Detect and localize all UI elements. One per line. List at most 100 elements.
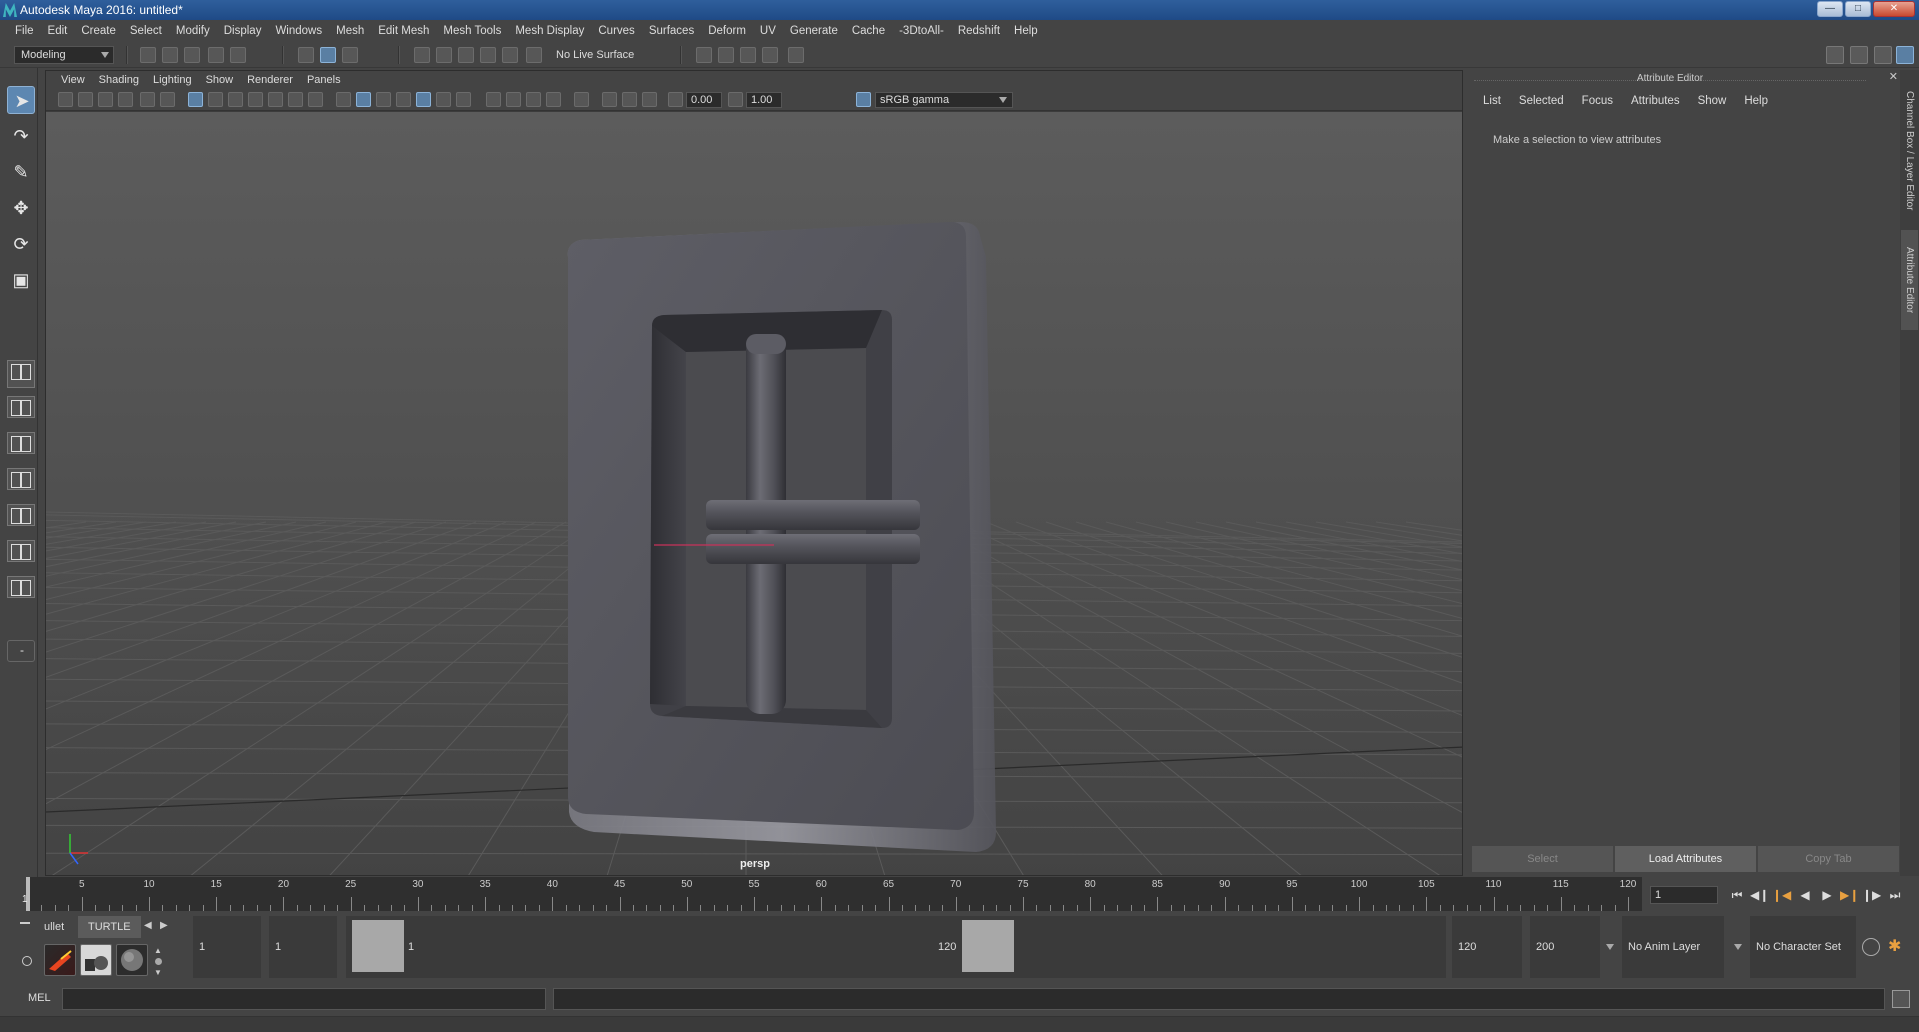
menu-surfaces[interactable]: Surfaces xyxy=(642,25,701,37)
viewport-menu-panels[interactable]: Panels xyxy=(300,74,348,86)
use-all-lights-icon[interactable] xyxy=(436,92,451,107)
playback-start-field[interactable]: 1 xyxy=(269,916,337,978)
snap-to-grid-icon[interactable] xyxy=(414,47,430,63)
menu-mesh-display[interactable]: Mesh Display xyxy=(508,25,591,37)
outliner-icon[interactable] xyxy=(1850,46,1868,64)
film-gate-icon[interactable] xyxy=(208,92,223,107)
undo-icon[interactable] xyxy=(208,47,224,63)
2d-pan-zoom-icon[interactable] xyxy=(140,92,155,107)
rotate-tool[interactable]: ⟳ xyxy=(7,230,35,258)
isolate-select-icon[interactable] xyxy=(574,92,589,107)
exposure-icon[interactable] xyxy=(668,92,683,107)
command-input[interactable] xyxy=(62,988,546,1010)
range-end-handle[interactable] xyxy=(962,920,1014,972)
menu-file[interactable]: File xyxy=(8,25,41,37)
viewport-scene[interactable] xyxy=(46,112,1463,876)
more-layouts-button[interactable]: - xyxy=(7,640,35,662)
ae-menu-help[interactable]: Help xyxy=(1735,92,1777,110)
menu-modify[interactable]: Modify xyxy=(169,25,217,37)
exposure-field[interactable]: 0.00 xyxy=(686,92,722,108)
render-view-icon[interactable] xyxy=(788,47,804,63)
grease-pencil-icon[interactable] xyxy=(160,92,175,107)
turtle-bake-icon[interactable] xyxy=(80,944,112,976)
select-button[interactable]: Select xyxy=(1472,846,1613,872)
select-by-hierarchy-icon[interactable] xyxy=(298,47,314,63)
ae-menu-list[interactable]: List xyxy=(1474,92,1510,110)
hypershade-icon[interactable] xyxy=(762,47,778,63)
menu-display[interactable]: Display xyxy=(217,25,269,37)
new-scene-icon[interactable] xyxy=(140,47,156,63)
menu-3dtoall[interactable]: -3DtoAll- xyxy=(892,25,951,37)
belt-buckle-mesh[interactable] xyxy=(567,222,996,852)
depth-of-field-icon[interactable] xyxy=(546,92,561,107)
save-scene-icon[interactable] xyxy=(184,47,200,63)
shadows-icon[interactable] xyxy=(456,92,471,107)
minimize-button[interactable]: — xyxy=(1817,1,1843,17)
menu-cache[interactable]: Cache xyxy=(845,25,892,37)
snap-to-surface-icon[interactable] xyxy=(502,47,518,63)
animation-preferences-icon[interactable]: ✱ xyxy=(1888,936,1901,956)
shelf-menu-icon[interactable] xyxy=(20,922,30,924)
menu-edit-mesh[interactable]: Edit Mesh xyxy=(371,25,436,37)
select-tool[interactable]: ➤ xyxy=(7,86,35,114)
chevron-down-icon[interactable] xyxy=(1734,944,1742,950)
range-slider-track[interactable] xyxy=(346,916,1446,978)
ae-menu-focus[interactable]: Focus xyxy=(1573,92,1622,110)
script-language-toggle[interactable]: MEL xyxy=(28,992,51,1004)
tool-settings-icon[interactable] xyxy=(1874,46,1892,64)
persp-outliner-layout-button[interactable] xyxy=(7,432,35,454)
viewport-menu-renderer[interactable]: Renderer xyxy=(240,74,300,86)
select-by-object-icon[interactable] xyxy=(320,47,336,63)
copy-tab-button[interactable]: Copy Tab xyxy=(1758,846,1899,872)
xray-active-components-icon[interactable] xyxy=(622,92,637,107)
screen-space-ao-icon[interactable] xyxy=(486,92,501,107)
menu-edit[interactable]: Edit xyxy=(41,25,75,37)
motion-blur-icon[interactable] xyxy=(506,92,521,107)
gamma-field[interactable]: 1.00 xyxy=(746,92,782,108)
bookmark-icon[interactable] xyxy=(98,92,113,107)
menu-curves[interactable]: Curves xyxy=(591,25,641,37)
step-forward-key-icon[interactable]: ▶❙ xyxy=(1840,886,1859,904)
wireframe-on-shaded-icon[interactable] xyxy=(396,92,411,107)
current-frame-field[interactable]: 1 xyxy=(1650,886,1718,904)
animation-end-field[interactable]: 200 xyxy=(1530,916,1600,978)
script-editor-layout-button[interactable] xyxy=(7,576,35,598)
field-chart-icon[interactable] xyxy=(268,92,283,107)
grid-icon[interactable] xyxy=(188,92,203,107)
persp-graph-outliner-layout-button[interactable] xyxy=(7,540,35,562)
menu-select[interactable]: Select xyxy=(123,25,169,37)
wireframe-icon[interactable] xyxy=(336,92,351,107)
image-plane-icon[interactable] xyxy=(118,92,133,107)
view-transform-dropdown[interactable]: sRGB gamma xyxy=(875,92,1013,108)
snap-to-point-icon[interactable] xyxy=(458,47,474,63)
ipr-render-icon[interactable] xyxy=(718,47,734,63)
menu-set-dropdown[interactable]: Modeling xyxy=(14,46,114,64)
xray-icon[interactable] xyxy=(602,92,617,107)
range-start-handle[interactable] xyxy=(352,920,404,972)
open-scene-icon[interactable] xyxy=(162,47,178,63)
shelf-up-icon[interactable]: ▲ xyxy=(154,946,162,955)
character-set-dropdown[interactable]: No Character Set xyxy=(1750,916,1856,978)
shelf-dot-icon[interactable] xyxy=(155,958,162,965)
menu-mesh[interactable]: Mesh xyxy=(329,25,371,37)
close-button[interactable]: ✕ xyxy=(1873,1,1915,17)
time-slider[interactable]: 5 10 15 20 25 30 35 40 45 50 55 60 65 70 75 80 85 90 95 100… xyxy=(22,877,1642,911)
paint-select-tool[interactable]: ✎ xyxy=(7,158,35,186)
load-attributes-button[interactable]: Load Attributes xyxy=(1615,846,1756,872)
auto-key-icon[interactable] xyxy=(1862,938,1880,956)
channel-box-icon[interactable] xyxy=(1896,46,1914,64)
smooth-shade-icon[interactable] xyxy=(356,92,371,107)
shelf-scroll-left-icon[interactable]: ◀ xyxy=(144,920,152,931)
shelf-settings-icon[interactable] xyxy=(22,956,32,966)
playback-end-field[interactable]: 120 xyxy=(1452,916,1522,978)
camera-select-icon[interactable] xyxy=(58,92,73,107)
menu-uv[interactable]: UV xyxy=(753,25,783,37)
persp-graph-layout-button[interactable] xyxy=(7,468,35,490)
turtle-render-icon[interactable] xyxy=(44,944,76,976)
menu-windows[interactable]: Windows xyxy=(268,25,329,37)
menu-help[interactable]: Help xyxy=(1007,25,1045,37)
maximize-button[interactable]: □ xyxy=(1845,1,1871,17)
script-editor-icon[interactable] xyxy=(1892,990,1910,1008)
viewport-menu-show[interactable]: Show xyxy=(199,74,241,86)
resolution-gate-icon[interactable] xyxy=(228,92,243,107)
